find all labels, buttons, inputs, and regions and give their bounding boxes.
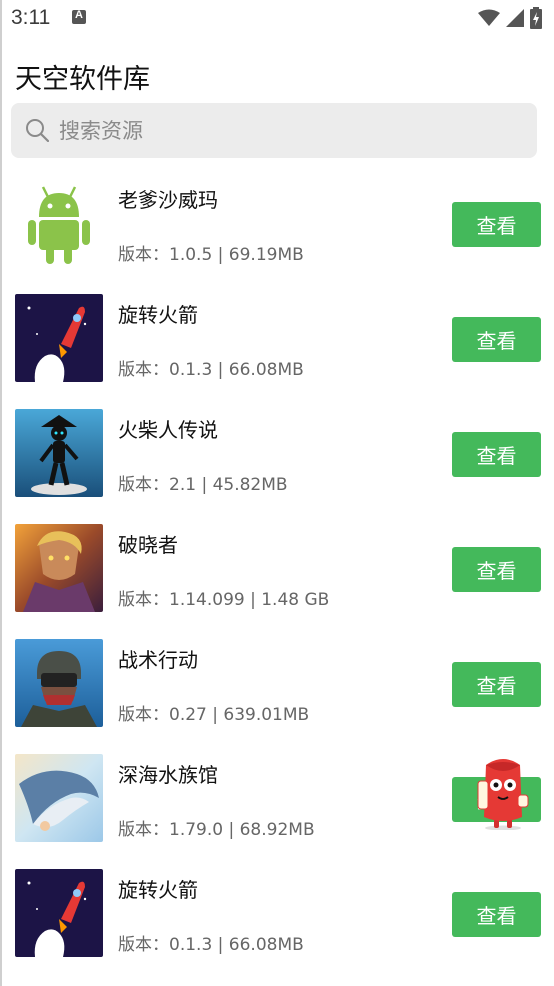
list-item[interactable]: 深海水族馆 版本：1.79.0 | 68.92MB 查看 — [0, 745, 554, 860]
app-name: 老爹沙威玛 — [118, 188, 218, 212]
app-name: 旋转火箭 — [118, 878, 198, 902]
list-item[interactable]: 老爹沙威玛 版本：1.0.5 | 69.19MB 查看 — [0, 170, 554, 285]
app-name: 战术行动 — [118, 648, 198, 672]
app-meta: 版本：0.27 | 639.01MB — [118, 705, 310, 725]
search-icon — [26, 119, 49, 142]
view-button[interactable]: 查看 — [452, 892, 541, 937]
app-meta: 版本：0.1.3 | 66.08MB — [118, 935, 304, 955]
stickman-icon — [15, 409, 103, 497]
red-packet-mascot-icon[interactable] — [474, 755, 532, 831]
view-button[interactable]: 查看 — [452, 202, 541, 247]
search-placeholder: 搜索资源 — [59, 119, 143, 143]
status-bar: 3:11 — [0, 0, 554, 36]
wifi-icon — [478, 9, 500, 26]
page-title: 天空软件库 — [15, 64, 150, 95]
rocket-icon — [15, 869, 103, 957]
app-meta: 版本：1.0.5 | 69.19MB — [118, 245, 304, 265]
app-meta: 版本：2.1 | 45.82MB — [118, 475, 288, 495]
app-meta: 版本：1.79.0 | 68.92MB — [118, 820, 315, 840]
app-name: 破晓者 — [118, 533, 178, 557]
soldier-icon — [15, 639, 103, 727]
list-item[interactable]: 旋转火箭 版本：0.1.3 | 66.08MB 查看 — [0, 285, 554, 400]
status-icons — [478, 7, 542, 29]
list-item[interactable]: 战术行动 版本：0.27 | 639.01MB 查看 — [0, 630, 554, 745]
view-button[interactable]: 查看 — [452, 662, 541, 707]
rocket-icon — [15, 294, 103, 382]
list-item[interactable]: 旋转火箭 版本：0.1.3 | 66.08MB 查看 — [0, 860, 554, 975]
warrior-icon — [15, 524, 103, 612]
notification-icon — [72, 9, 86, 24]
view-button[interactable]: 查看 — [452, 432, 541, 477]
app-meta: 版本：0.1.3 | 66.08MB — [118, 360, 304, 380]
battery-icon — [530, 7, 542, 29]
status-time: 3:11 — [11, 6, 51, 29]
app-name: 旋转火箭 — [118, 303, 198, 327]
android-icon — [15, 179, 103, 267]
app-name: 火柴人传说 — [118, 418, 218, 442]
signal-icon — [506, 9, 524, 27]
list-item[interactable]: 火柴人传说 版本：2.1 | 45.82MB 查看 — [0, 400, 554, 515]
view-button[interactable]: 查看 — [452, 547, 541, 592]
app-name: 深海水族馆 — [118, 763, 218, 787]
list-item[interactable]: 破晓者 版本：1.14.099 | 1.48 GB 查看 — [0, 515, 554, 630]
app-meta: 版本：1.14.099 | 1.48 GB — [118, 590, 330, 610]
whale-icon — [15, 754, 103, 842]
view-button[interactable]: 查看 — [452, 317, 541, 362]
search-input[interactable]: 搜索资源 — [11, 103, 537, 158]
